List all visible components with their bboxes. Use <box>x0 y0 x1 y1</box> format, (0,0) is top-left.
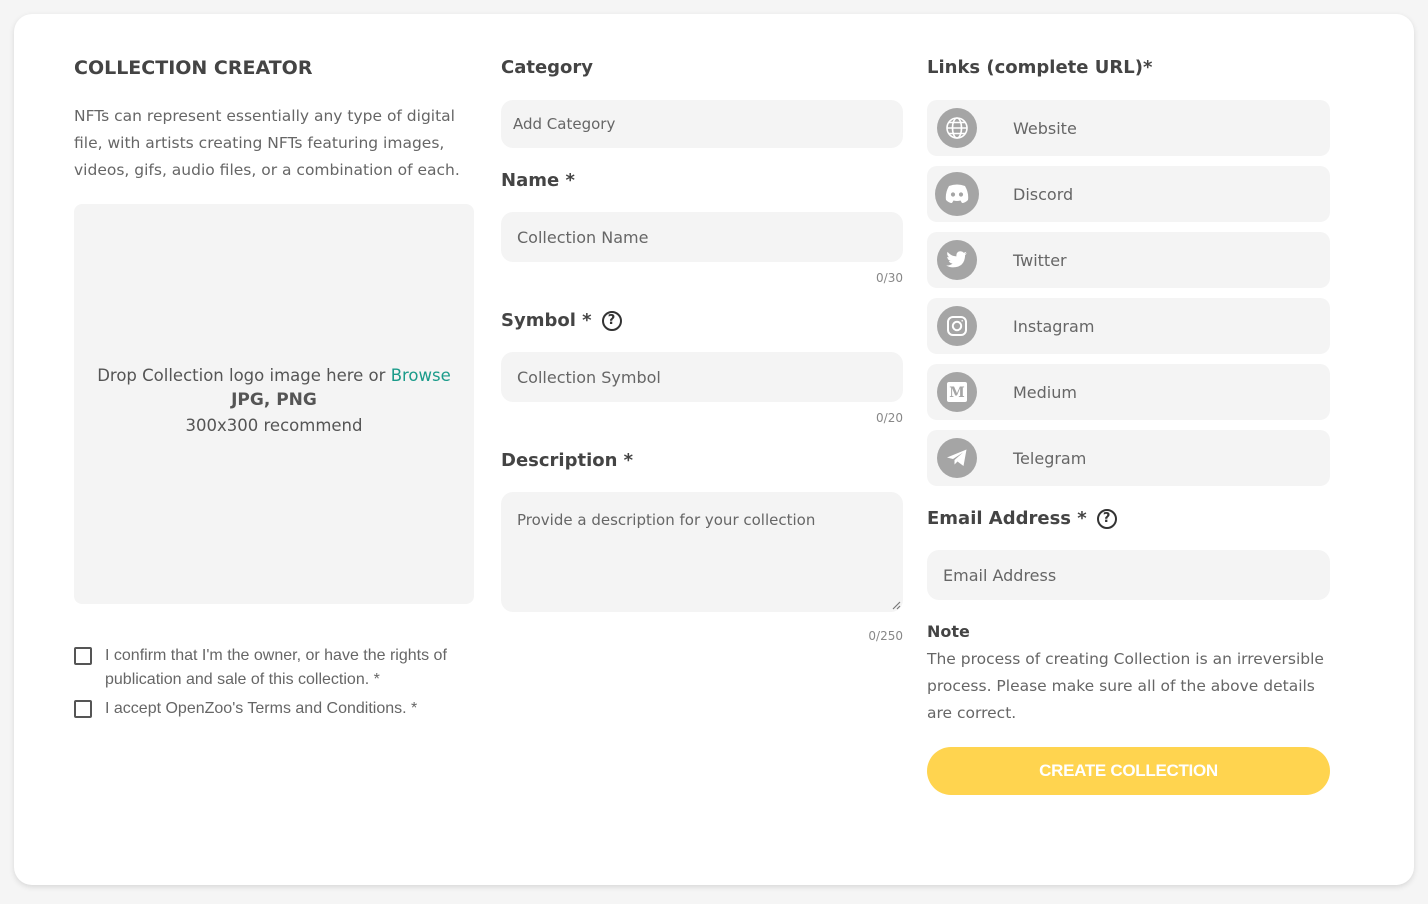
name-char-counter: 0/30 <box>876 271 903 285</box>
medium-icon: M <box>937 372 977 412</box>
collection-symbol-input[interactable]: Collection Symbol <box>501 352 903 402</box>
instagram-label: Instagram <box>1013 316 1095 336</box>
description-char-counter: 0/250 <box>868 629 903 643</box>
terms-accept-label[interactable]: I accept OpenZoo's Terms and Conditions.… <box>105 697 475 721</box>
description-placeholder: Provide a description for your collectio… <box>517 511 816 529</box>
symbol-label: Symbol * <box>501 310 592 331</box>
collection-name-input[interactable]: Collection Name <box>501 212 903 262</box>
logo-dropzone[interactable]: Drop Collection logo image here or Brows… <box>74 204 474 604</box>
twitter-link-input[interactable]: Twitter <box>927 232 1330 288</box>
telegram-icon <box>937 438 977 478</box>
medium-link-input[interactable]: M Medium <box>927 364 1330 420</box>
name-label: Name * <box>501 170 575 191</box>
create-collection-button[interactable]: CREATE COLLECTION <box>927 747 1330 795</box>
owner-confirm-checkbox[interactable] <box>74 647 92 665</box>
symbol-help-icon[interactable]: ? <box>601 310 622 331</box>
owner-confirm-label[interactable]: I confirm that I'm the owner, or have th… <box>105 644 475 692</box>
note-title: Note <box>927 622 970 641</box>
instagram-link-input[interactable]: Instagram <box>927 298 1330 354</box>
globe-icon <box>937 108 977 148</box>
medium-label: Medium <box>1013 382 1077 402</box>
category-label: Category <box>501 57 594 78</box>
resize-handle-icon[interactable] <box>891 600 901 610</box>
note-text: The process of creating Collection is an… <box>927 650 1324 722</box>
discord-icon <box>935 172 979 216</box>
terms-accept-row: I accept OpenZoo's Terms and Conditions.… <box>74 697 475 721</box>
dropzone-file-types: JPG, PNG <box>231 390 317 410</box>
collection-creator-card: COLLECTION CREATOR NFTs can represent es… <box>14 14 1414 885</box>
links-label: Links (complete URL)* <box>927 57 1153 78</box>
terms-accept-checkbox[interactable] <box>74 700 92 718</box>
discord-label: Discord <box>1013 184 1074 204</box>
page-title: COLLECTION CREATOR <box>74 57 313 79</box>
symbol-char-counter: 0/20 <box>876 411 903 425</box>
email-label: Email Address * <box>927 508 1087 529</box>
instagram-icon <box>937 306 977 346</box>
telegram-link-input[interactable]: Telegram <box>927 430 1330 486</box>
svg-text:M: M <box>949 385 965 401</box>
description-label: Description * <box>501 450 634 471</box>
website-link-input[interactable]: Website <box>927 100 1330 156</box>
owner-confirm-row: I confirm that I'm the owner, or have th… <box>74 644 475 692</box>
browse-link[interactable]: Browse <box>391 366 451 385</box>
twitter-icon <box>937 240 977 280</box>
telegram-label: Telegram <box>1013 448 1087 468</box>
discord-link-input[interactable]: Discord <box>927 166 1330 222</box>
email-help-icon[interactable]: ? <box>1096 508 1117 529</box>
dropzone-recommend: 300x300 recommend <box>185 416 363 435</box>
email-input[interactable]: Email Address <box>927 550 1330 600</box>
category-input[interactable]: Add Category <box>501 100 903 148</box>
twitter-label: Twitter <box>1013 250 1067 270</box>
dropzone-text: Drop Collection logo image here or <box>97 366 391 385</box>
website-label: Website <box>1013 118 1077 138</box>
description-textarea[interactable]: Provide a description for your collectio… <box>501 492 903 612</box>
symbol-label-row: Symbol * ? <box>501 310 622 331</box>
email-label-row: Email Address * ? <box>927 508 1117 529</box>
intro-text: NFTs can represent essentially any type … <box>74 107 460 179</box>
dropzone-instructions: Drop Collection logo image here or Brows… <box>74 366 474 385</box>
